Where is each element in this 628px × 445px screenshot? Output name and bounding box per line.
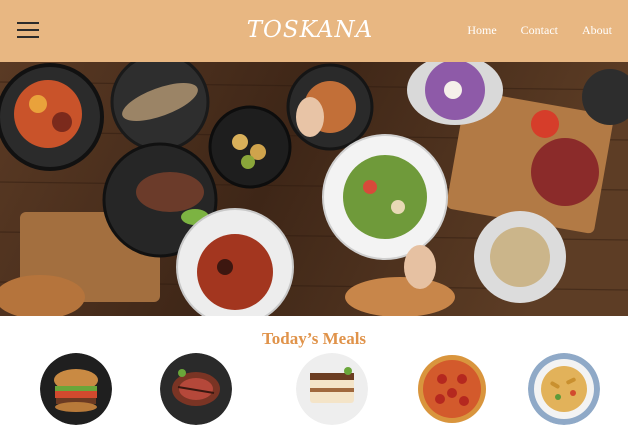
site-header: TOSKANA Home Contact About	[0, 0, 628, 62]
main-nav: Home Contact About	[467, 23, 612, 38]
todays-meals-heading: Today’s Meals	[261, 329, 367, 348]
hamburger-menu-icon[interactable]	[17, 22, 39, 38]
nav-link-contact[interactable]: Contact	[521, 23, 558, 38]
nav-link-about[interactable]: About	[582, 23, 612, 38]
meal-tiramisu-image[interactable]	[296, 353, 368, 425]
meal-pasta-image[interactable]	[528, 353, 600, 425]
hero-food-image	[0, 62, 628, 316]
meal-steak-image[interactable]	[160, 353, 232, 425]
site-logo[interactable]: TOSKANA	[240, 17, 380, 43]
meal-pizza-image[interactable]	[416, 353, 488, 425]
meal-burger-image[interactable]	[40, 353, 112, 425]
nav-link-home[interactable]: Home	[467, 23, 496, 38]
